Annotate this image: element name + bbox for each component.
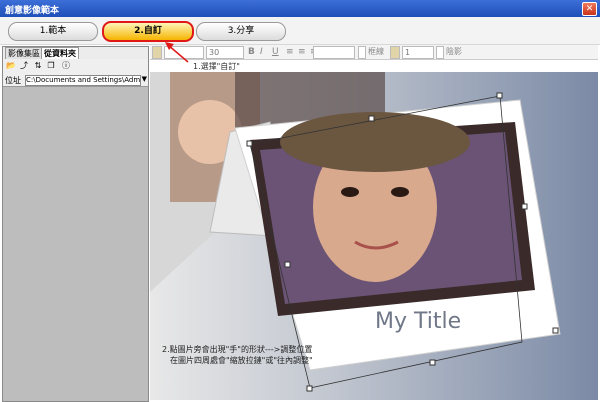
bold-button[interactable]: B (248, 46, 255, 58)
resize-handle-top[interactable] (368, 115, 375, 122)
underline-button[interactable]: U (272, 46, 279, 58)
align-left-icon[interactable]: ≡ (286, 46, 294, 58)
annotation-select-custom: 1.選擇"自訂" (193, 62, 240, 71)
open-folder-icon[interactable]: 📂 (6, 61, 16, 71)
color-swatch[interactable] (152, 46, 162, 59)
resize-handle-bottom[interactable] (429, 359, 436, 366)
resize-handle-top-left[interactable] (246, 140, 253, 147)
step-customize-button[interactable]: 2.自訂 (102, 21, 194, 42)
border-label: 框線 (368, 47, 384, 56)
left-panel: 影像集區 從資料夾 📂 ⤴ ⇅ ❐ ⓘ 位址 C:\Documents and … (2, 46, 149, 402)
italic-button[interactable]: I (260, 46, 263, 58)
style-select[interactable] (313, 46, 355, 59)
title-bar: 創意影像範本 ✕ (0, 0, 600, 17)
border-width-spinner[interactable]: 1 (402, 46, 434, 59)
left-toolbar: 📂 ⤴ ⇅ ❐ ⓘ (3, 59, 148, 75)
border-checkbox[interactable] (358, 46, 366, 59)
hat (280, 112, 470, 172)
card-title[interactable]: My Title (375, 309, 461, 334)
chevron-down-icon[interactable]: ▼ (142, 75, 147, 83)
address-field[interactable]: C:\Documents and Settings\Administrato (25, 75, 141, 86)
copy-icon[interactable]: ❐ (46, 61, 56, 71)
font-family-select[interactable] (164, 46, 204, 59)
resize-handle-bottom-right[interactable] (552, 327, 559, 334)
resize-handle-right[interactable] (521, 203, 528, 210)
left-tabs: 影像集區 從資料夾 (3, 47, 148, 59)
resize-handle-bottom-left[interactable] (306, 385, 313, 392)
right-eye (391, 187, 409, 197)
info-icon[interactable]: ⓘ (61, 61, 71, 71)
resize-handle-top-right[interactable] (496, 92, 503, 99)
close-button[interactable]: ✕ (582, 2, 597, 16)
address-row: 位址 C:\Documents and Settings\Administrat… (3, 74, 148, 87)
tab-from-folder[interactable]: 從資料夾 (41, 47, 79, 59)
address-label: 位址 (5, 76, 21, 85)
sort-icon[interactable]: ⇅ (33, 61, 43, 71)
shadow-checkbox[interactable] (436, 46, 444, 59)
font-size-select[interactable]: 30 (206, 46, 244, 59)
annotation-step2-line2: 在圖片四周處會"縮放拉鏈"或"往內調整" (170, 356, 313, 365)
border-color-swatch[interactable] (390, 46, 400, 59)
left-eye (341, 187, 359, 197)
shadow-label: 陰影 (446, 47, 462, 56)
step-bar: 1.範本 2.自訂 3.分享 (0, 17, 600, 45)
format-toolbar: 30 B I U ≡ ≡ ≡ 框線 1 陰影 (150, 45, 598, 60)
align-center-icon[interactable]: ≡ (298, 46, 306, 58)
tab-image-pool[interactable]: 影像集區 (5, 47, 43, 59)
resize-handle-left[interactable] (284, 261, 291, 268)
window-title: 創意影像範本 (5, 6, 60, 16)
step-templates-button[interactable]: 1.範本 (8, 22, 98, 41)
up-folder-icon[interactable]: ⤴ (19, 61, 29, 71)
step-share-button[interactable]: 3.分享 (196, 22, 286, 41)
annotation-step2-line1: 2.點圖片旁會出現"手"的形狀--->調整位置 (162, 345, 313, 354)
